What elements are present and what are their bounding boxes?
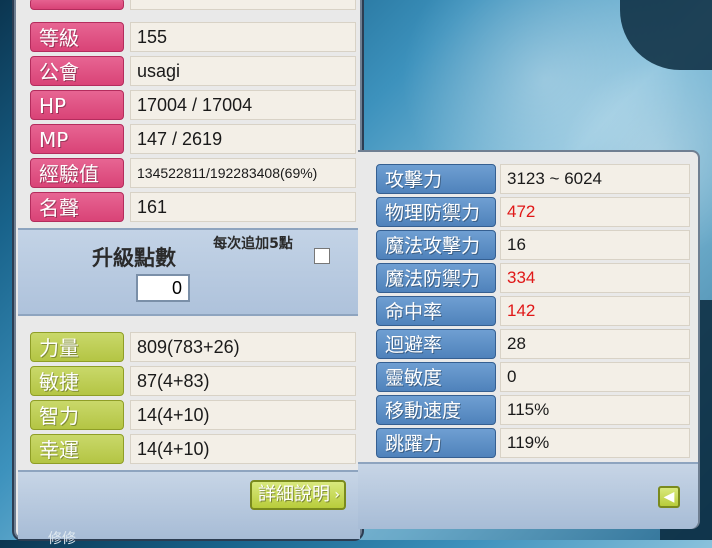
row-label: 魔法攻擊力 bbox=[376, 230, 496, 260]
ability-points-title: 升級點數 bbox=[92, 246, 176, 270]
row-str: 力量 809(783+26) bbox=[26, 332, 360, 362]
row-label: 等級 bbox=[30, 22, 124, 52]
ability-points-area: 升級點數 0 每次追加5點 bbox=[18, 228, 360, 316]
row-label: 公會 bbox=[30, 56, 124, 86]
row-jump: 跳躍力 119% bbox=[372, 428, 706, 458]
arrow-left-icon[interactable]: ◀ bbox=[658, 486, 680, 508]
row-exp: 經驗值 134522811/192283408(69%) bbox=[26, 158, 360, 188]
row-label bbox=[30, 0, 124, 10]
detail-button-label: 詳細說明 bbox=[258, 484, 330, 505]
detail-button[interactable]: 詳細說明 › bbox=[250, 480, 346, 510]
row-label: 力量 bbox=[30, 332, 124, 362]
row-value: 14(4+10) bbox=[130, 400, 356, 430]
row-label: 靈敏度 bbox=[376, 362, 496, 392]
row-value: 119% bbox=[500, 428, 690, 458]
row-label: 名聲 bbox=[30, 192, 124, 222]
row-accuracy: 命中率 142 bbox=[372, 296, 706, 326]
row-value: 134522811/192283408(69%) bbox=[130, 158, 356, 188]
row-label: 物理防禦力 bbox=[376, 197, 496, 227]
row-dex: 敏捷 87(4+83) bbox=[26, 366, 360, 396]
row-fame: 名聲 161 bbox=[26, 192, 360, 222]
row-value: 147 / 2619 bbox=[130, 124, 356, 154]
background-text: 修修 bbox=[48, 531, 76, 547]
row-level: 等級 155 bbox=[26, 22, 360, 52]
ability-points-value: 0 bbox=[136, 274, 190, 302]
chevron-right-icon: › bbox=[334, 487, 340, 503]
row-value: 87(4+83) bbox=[130, 366, 356, 396]
row-value: 155 bbox=[130, 22, 356, 52]
row-label: 迴避率 bbox=[376, 329, 496, 359]
row-value: 142 bbox=[500, 296, 690, 326]
row-value bbox=[130, 0, 356, 10]
row-value: 472 bbox=[500, 197, 690, 227]
character-info-panel: 等級 155 公會 usagi HP 17004 / 17004 MP 147 … bbox=[14, 0, 362, 539]
row-label: 經驗值 bbox=[30, 158, 124, 188]
auto-assign-label: 每次追加5點 bbox=[213, 236, 293, 252]
row-value: 16 bbox=[500, 230, 690, 260]
row-magic-def: 魔法防禦力 334 bbox=[372, 263, 706, 293]
row-value: 115% bbox=[500, 395, 690, 425]
row-label: 幸運 bbox=[30, 434, 124, 464]
row-attack: 攻擊力 3123 ~ 6024 bbox=[372, 164, 706, 194]
row-value: usagi bbox=[130, 56, 356, 86]
row-value: 809(783+26) bbox=[130, 332, 356, 362]
row-label: 跳躍力 bbox=[376, 428, 496, 458]
row-value: 17004 / 17004 bbox=[130, 90, 356, 120]
row-label: 命中率 bbox=[376, 296, 496, 326]
row-label: 智力 bbox=[30, 400, 124, 430]
auto-assign-checkbox[interactable] bbox=[314, 248, 330, 264]
row-value: 14(4+10) bbox=[130, 434, 356, 464]
row-luk: 幸運 14(4+10) bbox=[26, 434, 360, 464]
row-hp: HP 17004 / 17004 bbox=[26, 90, 360, 120]
row-magic-atk: 魔法攻擊力 16 bbox=[372, 230, 706, 260]
row-value: 161 bbox=[130, 192, 356, 222]
row-label: MP bbox=[30, 124, 124, 154]
row-value: 334 bbox=[500, 263, 690, 293]
row-phys-def: 物理防禦力 472 bbox=[372, 197, 706, 227]
detail-stats-panel: 攻擊力 3123 ~ 6024 物理防禦力 472 魔法攻擊力 16 魔法防禦力… bbox=[358, 150, 700, 529]
row-label: HP bbox=[30, 90, 124, 120]
row-agility: 靈敏度 0 bbox=[372, 362, 706, 392]
row-mp: MP 147 / 2619 bbox=[26, 124, 360, 154]
right-panel-footer: ◀ bbox=[358, 462, 698, 529]
row-avoid: 迴避率 28 bbox=[372, 329, 706, 359]
row-value: 3123 ~ 6024 bbox=[500, 164, 690, 194]
row-label: 攻擊力 bbox=[376, 164, 496, 194]
row-label: 魔法防禦力 bbox=[376, 263, 496, 293]
row-speed: 移動速度 115% bbox=[372, 395, 706, 425]
row-int: 智力 14(4+10) bbox=[26, 400, 360, 430]
row-guild: 公會 usagi bbox=[26, 56, 360, 86]
row-value: 28 bbox=[500, 329, 690, 359]
row-label: 敏捷 bbox=[30, 366, 124, 396]
row-value: 0 bbox=[500, 362, 690, 392]
row-label: 移動速度 bbox=[376, 395, 496, 425]
